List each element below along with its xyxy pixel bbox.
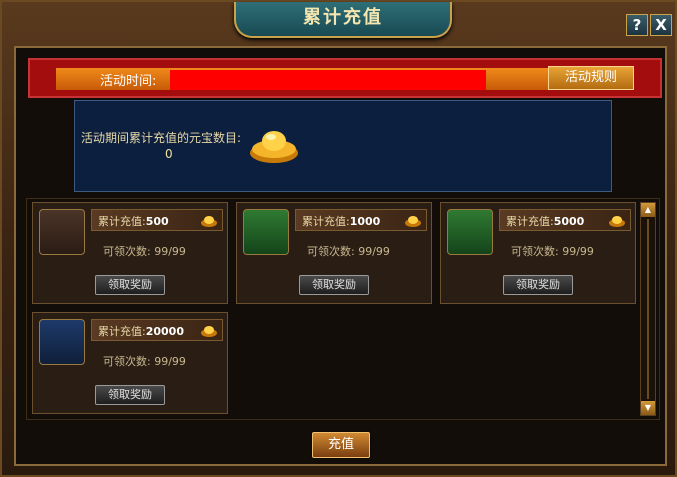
recharge-total-label: 活动期间累计充值的元宝数目: <box>81 131 242 145</box>
gold-ingot-icon <box>405 216 421 227</box>
scroll-down-icon[interactable]: ▼ <box>641 401 655 415</box>
recharge-total-box: 活动期间累计充值的元宝数目: 0 <box>74 100 612 192</box>
reward-card-header: 累计充值:1000 <box>295 209 427 231</box>
claim-reward-button[interactable]: 领取奖励 <box>95 275 165 295</box>
gold-chest-icon <box>39 319 85 365</box>
event-time-banner: 活动时间: 活动规则 <box>28 58 662 98</box>
brown-chest-icon <box>39 209 85 255</box>
reward-threshold: 累计充值:20000 <box>98 325 184 338</box>
reward-card-1000: 累计充值:1000 可领次数: 99/99 领取奖励 <box>236 202 432 304</box>
help-button[interactable]: ? <box>626 14 648 36</box>
scroll-track <box>647 219 649 399</box>
window-title: 累计充值 <box>234 2 452 38</box>
claim-count: 可领次数: 99/99 <box>103 245 186 258</box>
claim-count: 可领次数: 99/99 <box>307 245 390 258</box>
reward-threshold: 累计充值:5000 <box>506 215 585 228</box>
claim-count: 可领次数: 99/99 <box>511 245 594 258</box>
green-chest-icon <box>447 209 493 255</box>
reward-threshold: 累计充值:500 <box>98 215 169 228</box>
gold-ingot-icon <box>250 131 298 163</box>
reward-card-header: 累计充值:500 <box>91 209 223 231</box>
gold-ingot-icon <box>609 216 625 227</box>
reward-card-5000: 累计充值:5000 可领次数: 99/99 领取奖励 <box>440 202 636 304</box>
recharge-total-value: 0 <box>165 147 173 161</box>
event-rules-button[interactable]: 活动规则 <box>548 66 634 90</box>
scroll-up-icon[interactable]: ▲ <box>641 203 655 217</box>
game-window: 累计充值 ? X 活动时间: 活动规则 活动期间累计充值的元宝数目: 0 累计充… <box>0 0 677 477</box>
claim-count: 可领次数: 99/99 <box>103 355 186 368</box>
reward-card-20000: 累计充值:20000 可领次数: 99/99 领取奖励 <box>32 312 228 414</box>
claim-reward-button[interactable]: 领取奖励 <box>503 275 573 295</box>
reward-scrollbar[interactable]: ▲ ▼ <box>640 202 656 416</box>
reward-card-500: 累计充值:500 可领次数: 99/99 领取奖励 <box>32 202 228 304</box>
close-button[interactable]: X <box>650 14 672 36</box>
claim-reward-button[interactable]: 领取奖励 <box>299 275 369 295</box>
reward-card-header: 累计充值:20000 <box>91 319 223 341</box>
gold-ingot-icon <box>201 216 217 227</box>
reward-card-header: 累计充值:5000 <box>499 209 631 231</box>
green-chest-icon <box>243 209 289 255</box>
event-time-value <box>170 70 486 90</box>
gold-ingot-icon <box>201 326 217 337</box>
recharge-button[interactable]: 充值 <box>312 432 370 458</box>
reward-threshold: 累计充值:1000 <box>302 215 381 228</box>
event-time-label: 活动时间: <box>100 74 157 89</box>
claim-reward-button[interactable]: 领取奖励 <box>95 385 165 405</box>
